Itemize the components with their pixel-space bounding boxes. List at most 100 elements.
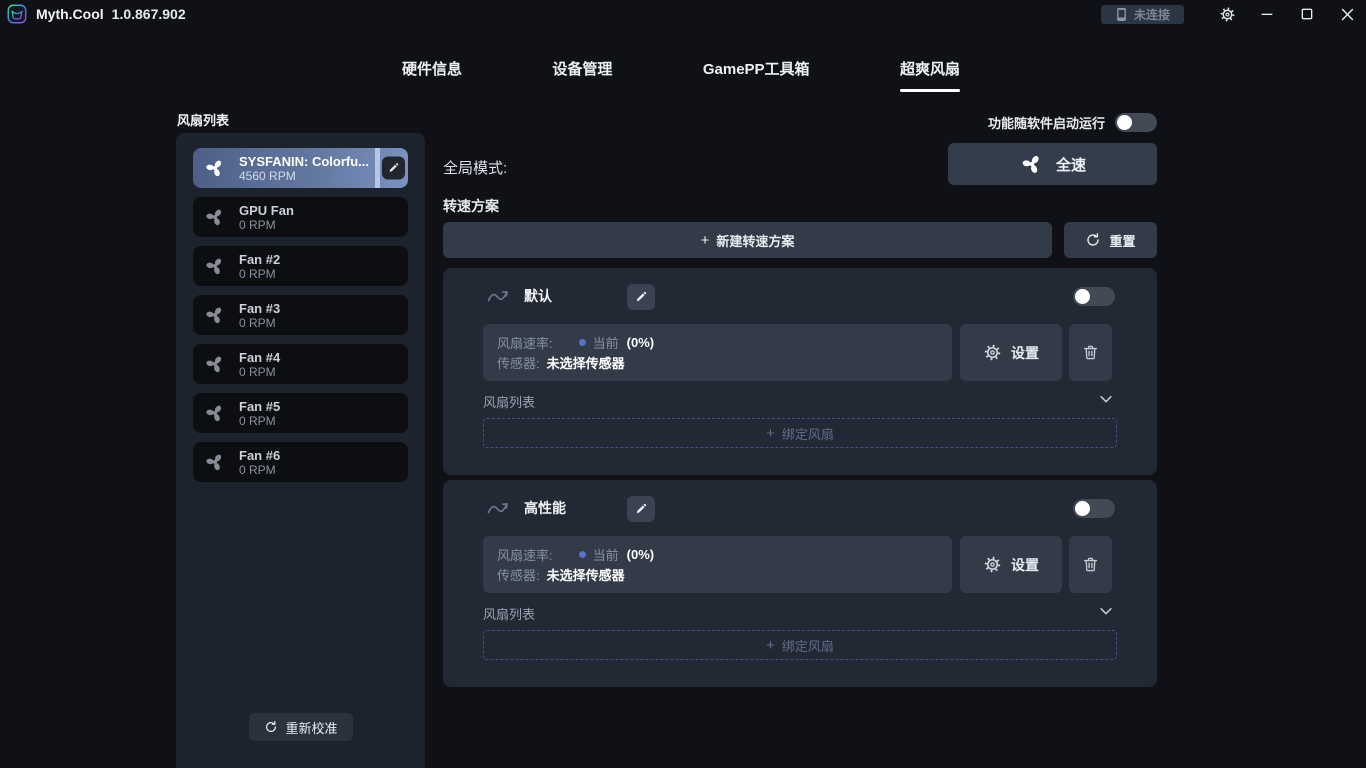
scheme-header: 默认	[483, 284, 552, 308]
scheme-info-panel: 风扇速率: 当前 (0%) 传感器: 未选择传感器	[483, 536, 952, 593]
full-speed-button[interactable]: 全速	[948, 143, 1157, 185]
settings-label: 设置	[1011, 343, 1039, 363]
scheme-edit-button[interactable]	[627, 496, 655, 522]
fan-item-gpu[interactable]: GPU Fan 0 RPM	[193, 197, 408, 237]
fan-name: Fan #4	[239, 350, 280, 365]
fan-rpm: 0 RPM	[239, 267, 280, 281]
scheme-header: 高性能	[483, 496, 566, 520]
fan-rate-row: 风扇速率: 当前 (0%)	[497, 333, 938, 352]
sensor-value: 未选择传感器	[547, 353, 625, 372]
fan-name: SYSFANIN: Colorfu...	[239, 154, 369, 169]
scheme-delete-button[interactable]	[1069, 536, 1112, 593]
scheme-toggle[interactable]	[1073, 287, 1115, 306]
close-icon	[1339, 6, 1356, 23]
fan-icon	[203, 352, 227, 376]
fan-edit-button[interactable]	[382, 157, 405, 180]
full-speed-label: 全速	[1056, 154, 1086, 175]
scheme-delete-button[interactable]	[1069, 324, 1112, 381]
bind-fan-label: 绑定风扇	[782, 636, 834, 655]
fan-name: Fan #3	[239, 301, 280, 316]
new-scheme-label: 新建转速方案	[716, 231, 794, 250]
reset-button[interactable]: 重置	[1064, 222, 1157, 258]
device-icon	[1115, 7, 1128, 22]
gear-icon	[983, 555, 1002, 574]
gear-icon	[983, 343, 1002, 362]
current-label: 当前	[593, 333, 619, 352]
maximize-button[interactable]	[1296, 3, 1318, 25]
scheme-name: 默认	[524, 286, 552, 306]
fan-item-sysfanin[interactable]: SYSFANIN: Colorfu... 4560 RPM	[193, 148, 408, 188]
scheme-toggle[interactable]	[1073, 499, 1115, 518]
plus-icon: +	[766, 637, 775, 654]
scheme-fan-list-label: 风扇列表	[483, 392, 535, 411]
fan-rpm: 0 RPM	[239, 218, 294, 232]
tab-device-management[interactable]: 设备管理	[552, 58, 612, 92]
fan-item-3[interactable]: Fan #3 0 RPM	[193, 295, 408, 335]
tab-super-fan[interactable]: 超爽风扇	[900, 58, 960, 92]
autostart-toggle[interactable]	[1115, 113, 1157, 132]
fan-rate-label: 风扇速率:	[497, 545, 553, 564]
sensor-label: 传感器:	[497, 565, 540, 584]
close-button[interactable]	[1336, 3, 1358, 25]
settings-label: 设置	[1011, 555, 1039, 575]
scheme-info-panel: 风扇速率: 当前 (0%) 传感器: 未选择传感器	[483, 324, 952, 381]
app-version: 1.0.867.902	[112, 6, 186, 22]
plus-icon: +	[766, 425, 775, 442]
gear-icon	[1219, 6, 1236, 23]
settings-gear-button[interactable]	[1216, 3, 1238, 25]
fan-rate-row: 风扇速率: 当前 (0%)	[497, 545, 938, 564]
fan-icon	[203, 450, 227, 474]
app-logo-icon	[7, 4, 27, 24]
minimize-button[interactable]	[1256, 3, 1278, 25]
trash-icon	[1081, 555, 1100, 574]
tab-gamepp-toolbox[interactable]: GamePP工具箱	[703, 58, 810, 92]
pencil-icon	[634, 290, 648, 304]
scheme-edit-button[interactable]	[627, 284, 655, 310]
sensor-row: 传感器: 未选择传感器	[497, 565, 938, 584]
current-value: (0%)	[627, 335, 654, 350]
current-value: (0%)	[627, 547, 654, 562]
scheme-name: 高性能	[524, 498, 566, 518]
fan-icon	[1019, 151, 1045, 177]
scheme-card-default: 默认 风扇速率: 当前 (0%) 传感器: 未选择传感器 设置 风扇列表 + 绑…	[443, 268, 1157, 475]
recalibrate-button[interactable]: 重新校准	[248, 713, 352, 741]
fan-list: SYSFANIN: Colorfu... 4560 RPM GPU Fan 0 …	[193, 148, 408, 482]
current-dot-icon	[579, 551, 586, 558]
curve-icon	[483, 284, 513, 308]
new-scheme-button[interactable]: + 新建转速方案	[443, 222, 1052, 258]
chevron-down-icon[interactable]	[1097, 602, 1115, 620]
tab-hardware-info[interactable]: 硬件信息	[402, 58, 462, 92]
fan-item-2[interactable]: Fan #2 0 RPM	[193, 246, 408, 286]
maximize-icon	[1299, 6, 1315, 22]
fan-icon	[203, 303, 227, 327]
sensor-value: 未选择传感器	[547, 565, 625, 584]
chevron-down-icon[interactable]	[1097, 390, 1115, 408]
fan-rate-label: 风扇速率:	[497, 333, 553, 352]
scheme-settings-button[interactable]: 设置	[960, 536, 1062, 593]
fan-rpm: 4560 RPM	[239, 169, 369, 183]
scheme-section-label: 转速方案	[443, 196, 499, 216]
fan-item-5[interactable]: Fan #5 0 RPM	[193, 393, 408, 433]
bind-fan-button[interactable]: + 绑定风扇	[483, 418, 1117, 448]
connection-status-badge[interactable]: 未连接	[1101, 5, 1184, 24]
global-mode-label: 全局模式:	[443, 157, 507, 178]
scheme-card-performance: 高性能 风扇速率: 当前 (0%) 传感器: 未选择传感器 设置 风扇列表 + …	[443, 480, 1157, 687]
recalibrate-label: 重新校准	[285, 718, 337, 737]
scheme-fan-list-label: 风扇列表	[483, 604, 535, 623]
reset-icon	[1085, 232, 1101, 248]
bind-fan-button[interactable]: + 绑定风扇	[483, 630, 1117, 660]
refresh-icon	[263, 720, 277, 734]
autostart-label: 功能随软件启动运行	[988, 113, 1105, 132]
app-name: Myth.Cool	[36, 6, 104, 22]
sensor-row: 传感器: 未选择传感器	[497, 353, 938, 372]
pencil-icon	[634, 502, 648, 516]
fan-rpm: 0 RPM	[239, 463, 280, 477]
fan-item-4[interactable]: Fan #4 0 RPM	[193, 344, 408, 384]
scheme-settings-button[interactable]: 设置	[960, 324, 1062, 381]
fan-list-panel: SYSFANIN: Colorfu... 4560 RPM GPU Fan 0 …	[176, 133, 425, 768]
minimize-icon	[1259, 6, 1275, 22]
connection-status-text: 未连接	[1134, 6, 1170, 23]
fan-item-6[interactable]: Fan #6 0 RPM	[193, 442, 408, 482]
trash-icon	[1081, 343, 1100, 362]
fan-rpm: 0 RPM	[239, 414, 280, 428]
